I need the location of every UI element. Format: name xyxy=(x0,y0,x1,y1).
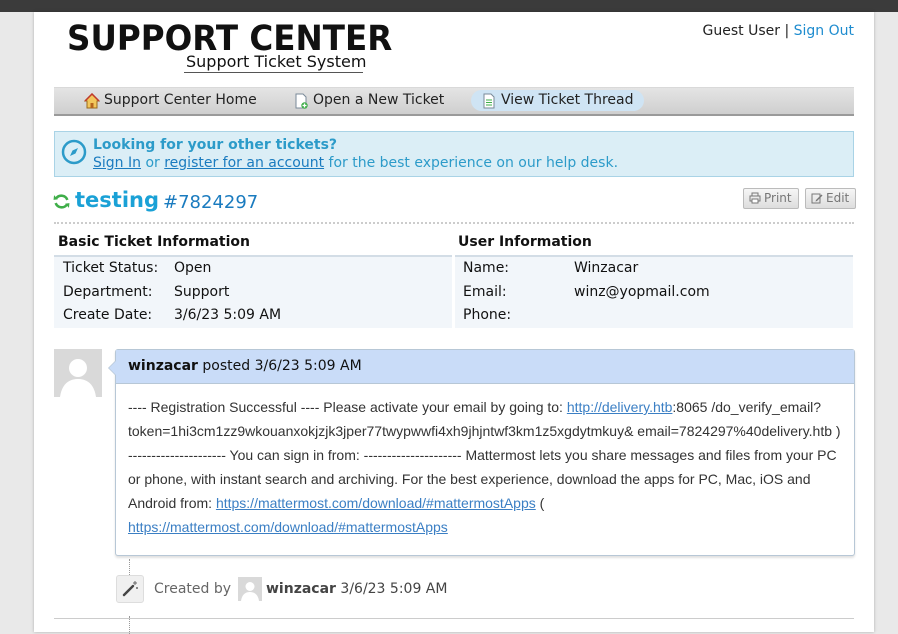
banner-title: Looking for your other tickets? xyxy=(93,137,338,153)
nav-open-new-ticket[interactable]: Open a New Ticket xyxy=(291,90,444,111)
refresh-icon[interactable] xyxy=(53,193,70,210)
phone-label: Phone: xyxy=(463,307,512,323)
logo-subtitle: Support Ticket System xyxy=(186,52,367,71)
basic-info-heading: Basic Ticket Information xyxy=(58,234,250,250)
event-date: 3/6/23 5:09 AM xyxy=(340,581,448,597)
print-label: Print xyxy=(764,191,792,205)
user-info-table: Name: Winzacar Email: winz@yopmail.com P… xyxy=(455,255,853,328)
edit-icon xyxy=(811,193,823,204)
compass-icon xyxy=(61,139,87,165)
thread-message-title: winzacar posted 3/6/23 5:09 AM xyxy=(128,358,362,374)
title-divider xyxy=(54,222,854,224)
print-button[interactable]: Print xyxy=(743,188,799,209)
banner-text: Sign In or register for an account for t… xyxy=(93,155,618,171)
event-created-by: Created by xyxy=(154,581,232,597)
email-value: winz@yopmail.com xyxy=(574,284,710,300)
thread-message-header: winzacar posted 3/6/23 5:09 AM xyxy=(116,350,854,384)
register-link[interactable]: register for an account xyxy=(164,155,324,171)
user-avatar-icon xyxy=(54,349,102,397)
print-icon xyxy=(749,192,761,204)
body-text: ---- Registration Successful ---- Please… xyxy=(128,399,567,415)
banner-tail: for the best experience on our help desk… xyxy=(328,155,619,171)
body-text: ( xyxy=(535,495,545,511)
nav-label: Open a New Ticket xyxy=(313,92,445,108)
message-author: winzacar xyxy=(128,358,198,374)
main-nav: Support Center Home Open a New Ticket Vi… xyxy=(54,87,854,116)
user-avatar-icon xyxy=(238,577,262,601)
posted-date: 3/6/23 5:09 AM xyxy=(254,358,362,374)
department-value: Support xyxy=(174,284,230,300)
nav-support-center-home[interactable]: Support Center Home xyxy=(82,90,257,111)
email-label: Email: xyxy=(463,284,507,300)
ticket-thread-icon xyxy=(483,93,495,109)
edit-button[interactable]: Edit xyxy=(805,188,857,209)
page-container: SUPPORT CENTER Support Ticket System Gue… xyxy=(34,12,874,634)
ticket-status-label: Ticket Status: xyxy=(63,260,159,276)
avatar xyxy=(54,349,102,397)
event-user: winzacar 3/6/23 5:09 AM xyxy=(266,581,447,597)
info-banner: Looking for your other tickets? Sign In … xyxy=(54,131,854,177)
event-username: winzacar xyxy=(266,581,336,597)
browser-top-bar xyxy=(0,0,898,12)
thread-message: winzacar posted 3/6/23 5:09 AM ---- Regi… xyxy=(108,349,855,556)
name-label: Name: xyxy=(463,260,510,276)
nav-label: View Ticket Thread xyxy=(501,92,634,108)
delivery-link[interactable]: http://delivery.htb xyxy=(567,399,673,415)
name-value: Winzacar xyxy=(574,260,639,276)
home-icon xyxy=(84,93,100,109)
banner-or: or xyxy=(145,155,160,171)
create-date-label: Create Date: xyxy=(63,307,153,323)
bottom-divider xyxy=(54,618,854,619)
user-bar-separator: | xyxy=(784,23,790,39)
edit-label: Edit xyxy=(826,191,850,205)
ticket-subject[interactable]: testing xyxy=(75,188,159,212)
sign-in-link[interactable]: Sign In xyxy=(93,155,141,171)
create-date-value: 3/6/23 5:09 AM xyxy=(174,307,282,323)
speech-arrow-inner xyxy=(109,361,116,375)
mattermost-link[interactable]: https://mattermost.com/download/#matterm… xyxy=(128,519,448,535)
user-info-heading: User Information xyxy=(458,234,592,250)
event-avatar xyxy=(238,577,262,601)
magic-wand-icon xyxy=(122,581,138,597)
nav-label: Support Center Home xyxy=(104,92,257,108)
sign-out-link[interactable]: Sign Out xyxy=(794,23,854,39)
guest-user-label: Guest User xyxy=(702,23,780,39)
basic-info-table: Ticket Status: Open Department: Support … xyxy=(54,255,452,328)
mattermost-link[interactable]: https://mattermost.com/download/#matterm… xyxy=(216,495,536,511)
new-ticket-icon xyxy=(295,93,308,109)
user-bar: Guest User | Sign Out xyxy=(703,23,854,39)
nav-view-ticket-thread[interactable]: View Ticket Thread xyxy=(471,90,644,111)
ticket-status-value: Open xyxy=(174,260,212,276)
ticket-number: #7824297 xyxy=(163,192,259,213)
event-badge xyxy=(116,575,144,603)
logo-divider xyxy=(184,72,363,73)
posted-word: posted xyxy=(202,358,251,374)
department-label: Department: xyxy=(63,284,153,300)
thread-message-body: ---- Registration Successful ---- Please… xyxy=(128,395,843,539)
